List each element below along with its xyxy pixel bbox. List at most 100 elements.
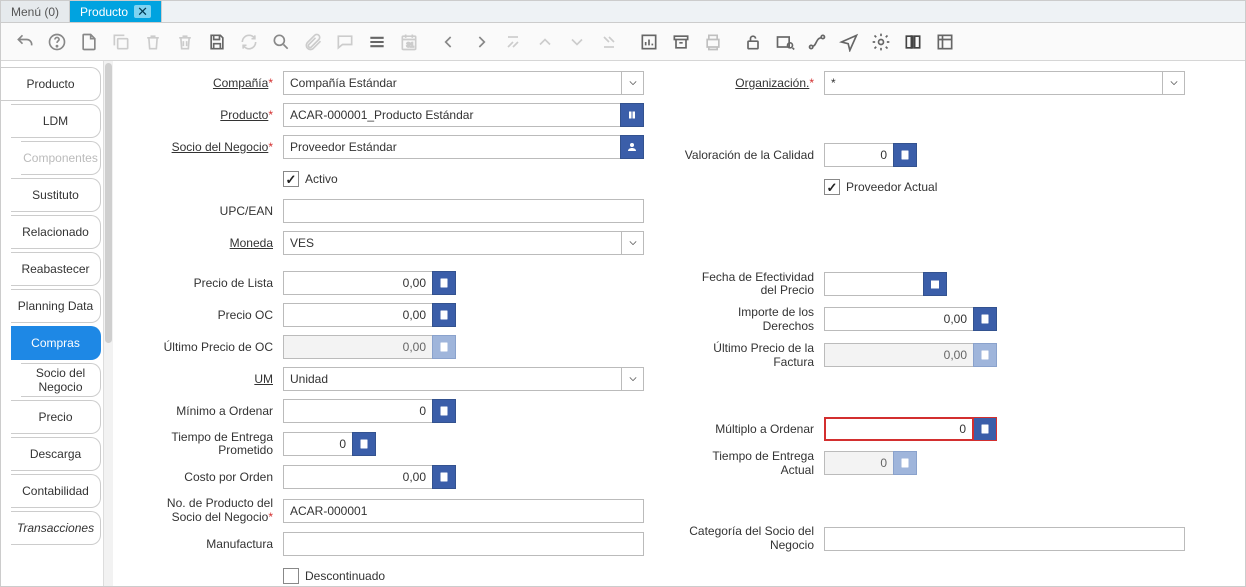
label-precio-lista: Precio de Lista bbox=[194, 276, 273, 290]
label-manufactura: Manufactura bbox=[206, 537, 273, 551]
print-icon[interactable] bbox=[699, 28, 727, 56]
sidetab-producto[interactable]: Producto bbox=[1, 67, 101, 101]
tab-close-icon[interactable]: ✕ bbox=[134, 5, 151, 18]
new-icon[interactable] bbox=[75, 28, 103, 56]
input-valoracion[interactable] bbox=[824, 143, 894, 167]
sidetab-contabilidad[interactable]: Contabilidad bbox=[11, 474, 101, 508]
input-categoria-socio[interactable] bbox=[824, 527, 1185, 551]
dropdown-um[interactable] bbox=[622, 367, 644, 391]
calc-importe-derechos[interactable] bbox=[973, 307, 997, 331]
label-importe-derechos: Importe de los Derechos bbox=[738, 305, 814, 333]
input-compania[interactable] bbox=[283, 71, 622, 95]
input-organizacion[interactable] bbox=[824, 71, 1163, 95]
label-activo: Activo bbox=[305, 172, 338, 186]
input-multiplo-ordenar[interactable] bbox=[824, 417, 974, 441]
down-icon[interactable] bbox=[563, 28, 591, 56]
sidetab-socio-negocio[interactable]: Socio del Negocio bbox=[21, 363, 101, 397]
chat-icon[interactable] bbox=[331, 28, 359, 56]
input-importe-derechos[interactable] bbox=[824, 307, 974, 331]
datepicker-fecha-efectividad[interactable] bbox=[923, 272, 947, 296]
search-icon[interactable] bbox=[267, 28, 295, 56]
report-icon[interactable] bbox=[635, 28, 663, 56]
dropdown-organizacion[interactable] bbox=[1163, 71, 1185, 95]
calc-costo-orden[interactable] bbox=[432, 465, 456, 489]
copy-icon[interactable] bbox=[107, 28, 135, 56]
input-precio-lista[interactable] bbox=[283, 271, 433, 295]
lookup-producto[interactable] bbox=[620, 103, 644, 127]
save-icon[interactable] bbox=[203, 28, 231, 56]
label-multiplo-ordenar: Múltiplo a Ordenar bbox=[715, 422, 814, 436]
calc-precio-oc[interactable] bbox=[432, 303, 456, 327]
tab-menu[interactable]: Menú (0) bbox=[1, 1, 70, 22]
sidetab-planning[interactable]: Planning Data bbox=[11, 289, 101, 323]
label-proveedor-actual: Proveedor Actual bbox=[846, 180, 937, 194]
calc-min-ordenar[interactable] bbox=[432, 399, 456, 423]
request-icon[interactable] bbox=[835, 28, 863, 56]
product-info-icon[interactable] bbox=[899, 28, 927, 56]
sidetabs-scrollbar[interactable] bbox=[103, 61, 113, 586]
prev-icon[interactable] bbox=[435, 28, 463, 56]
calendar-icon[interactable]: 31 bbox=[395, 28, 423, 56]
sidetab-descarga[interactable]: Descarga bbox=[11, 437, 101, 471]
zoom-across-icon[interactable] bbox=[771, 28, 799, 56]
input-tiempo-prometido[interactable] bbox=[283, 432, 353, 456]
toolbar: 31 bbox=[1, 23, 1245, 61]
calc-tiempo-prometido[interactable] bbox=[352, 432, 376, 456]
input-moneda[interactable] bbox=[283, 231, 622, 255]
calc-precio-lista[interactable] bbox=[432, 271, 456, 295]
input-precio-oc[interactable] bbox=[283, 303, 433, 327]
sidetab-relacionado[interactable]: Relacionado bbox=[11, 215, 101, 249]
form-panel: Compañía* Producto* Socio del Negocio* bbox=[113, 61, 1245, 586]
label-descontinuado: Descontinuado bbox=[305, 569, 385, 583]
form-icon[interactable] bbox=[931, 28, 959, 56]
checkbox-activo[interactable] bbox=[283, 171, 299, 187]
label-no-prod-socio: No. de Producto del Socio del Negocio bbox=[167, 496, 273, 523]
toggle-icon[interactable] bbox=[363, 28, 391, 56]
label-socio: Socio del Negocio bbox=[172, 140, 269, 154]
label-tiempo-prometido: Tiempo de Entrega Prometido bbox=[171, 430, 273, 457]
sidetab-ldm[interactable]: LDM bbox=[11, 104, 101, 138]
input-upcean[interactable] bbox=[283, 199, 644, 223]
svg-text:31: 31 bbox=[407, 42, 415, 49]
calc-valoracion[interactable] bbox=[893, 143, 917, 167]
tab-producto[interactable]: Producto ✕ bbox=[70, 1, 162, 22]
delete2-icon[interactable] bbox=[171, 28, 199, 56]
label-precio-oc: Precio OC bbox=[218, 308, 273, 322]
input-no-prod-socio[interactable] bbox=[283, 499, 644, 523]
sidetab-reabastecer[interactable]: Reabastecer bbox=[11, 252, 101, 286]
sidetab-compras[interactable]: Compras bbox=[11, 326, 101, 360]
checkbox-proveedor-actual[interactable] bbox=[824, 179, 840, 195]
input-min-ordenar[interactable] bbox=[283, 399, 433, 423]
sidetab-precio[interactable]: Precio bbox=[11, 400, 101, 434]
label-min-ordenar: Mínimo a Ordenar bbox=[176, 404, 273, 418]
tab-menu-label: Menú (0) bbox=[11, 5, 59, 19]
dropdown-moneda[interactable] bbox=[622, 231, 644, 255]
calc-multiplo-ordenar[interactable] bbox=[973, 417, 997, 441]
checkbox-descontinuado[interactable] bbox=[283, 568, 299, 584]
input-socio[interactable] bbox=[283, 135, 621, 159]
sidetab-transacciones[interactable]: Transacciones bbox=[11, 511, 101, 545]
up-icon[interactable] bbox=[531, 28, 559, 56]
help-icon[interactable] bbox=[43, 28, 71, 56]
last-icon[interactable] bbox=[595, 28, 623, 56]
next-icon[interactable] bbox=[467, 28, 495, 56]
archive-icon[interactable] bbox=[667, 28, 695, 56]
label-ultimo-precio-factura: Último Precio de la Factura bbox=[713, 341, 814, 369]
lookup-socio[interactable] bbox=[620, 135, 644, 159]
input-fecha-efectividad[interactable] bbox=[824, 272, 924, 296]
input-producto[interactable] bbox=[283, 103, 621, 127]
lock-icon[interactable] bbox=[739, 28, 767, 56]
input-manufactura[interactable] bbox=[283, 532, 644, 556]
workflow-icon[interactable] bbox=[803, 28, 831, 56]
refresh-icon[interactable] bbox=[235, 28, 263, 56]
gear-icon[interactable] bbox=[867, 28, 895, 56]
first-icon[interactable] bbox=[499, 28, 527, 56]
input-um[interactable] bbox=[283, 367, 622, 391]
undo-icon[interactable] bbox=[11, 28, 39, 56]
delete-icon[interactable] bbox=[139, 28, 167, 56]
sidetab-sustituto[interactable]: Sustituto bbox=[11, 178, 101, 212]
attach-icon[interactable] bbox=[299, 28, 327, 56]
input-costo-orden[interactable] bbox=[283, 465, 433, 489]
label-costo-orden: Costo por Orden bbox=[184, 470, 273, 484]
dropdown-compania[interactable] bbox=[622, 71, 644, 95]
